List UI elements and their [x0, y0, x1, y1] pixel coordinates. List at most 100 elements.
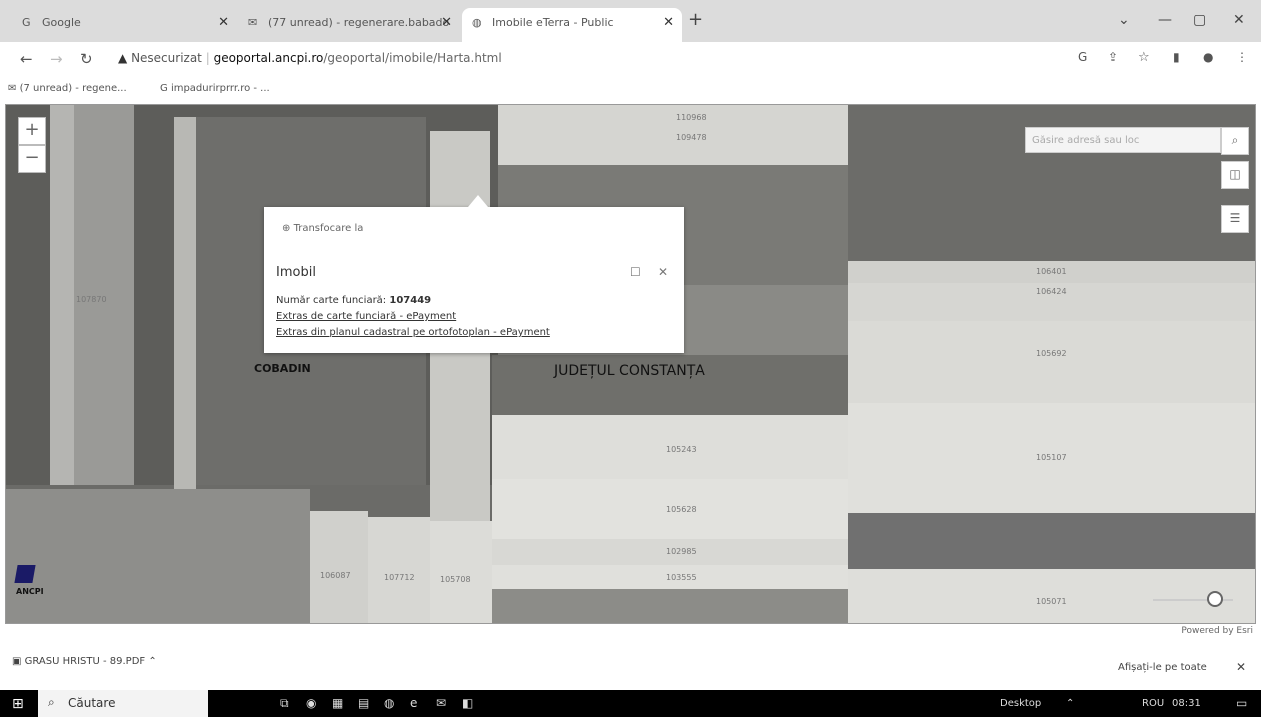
download-bar: ▣ GRASU HRISTU - 89.PDF ⌃ Afișați-le pe …	[0, 642, 1261, 682]
desktop-toolbar[interactable]: Desktop	[1000, 698, 1041, 709]
chrome-icon[interactable]: ◍	[384, 696, 394, 710]
download-item[interactable]: ▣ GRASU HRISTU - 89.PDF ⌃	[12, 656, 157, 667]
start-button[interactable]: ⊞	[0, 690, 38, 717]
download-filename: GRASU HRISTU - 89.PDF	[24, 656, 146, 667]
star-icon[interactable]: ☆	[1138, 50, 1150, 65]
url-field[interactable]: ▲ Nesecurizat | geoportal.ancpi.ro/geopo…	[118, 51, 502, 65]
bookmark-label: (7 unread) - regene...	[19, 83, 127, 94]
taskbar-search-label: Căutare	[68, 696, 116, 710]
parcel-label: 106087	[320, 571, 351, 580]
close-icon[interactable]: ✕	[663, 8, 674, 38]
parcel-area[interactable]	[492, 589, 848, 623]
notification-icon[interactable]: ▭	[1236, 696, 1247, 710]
store-icon[interactable]: ▤	[358, 696, 369, 710]
popup-title: Imobil	[276, 265, 316, 280]
logo-text: ANCPI	[16, 587, 44, 596]
profile-icon[interactable]: ●	[1203, 50, 1213, 64]
sidepanel-icon[interactable]: ▮	[1173, 50, 1180, 64]
close-icon[interactable]: ✕	[218, 8, 229, 38]
parcel-label: 109478	[676, 133, 707, 142]
logo-mark	[14, 565, 36, 583]
parcel-area[interactable]	[848, 513, 1255, 569]
parcel-label: 105628	[666, 505, 697, 514]
warning-icon: ▲	[118, 51, 128, 65]
menu-icon[interactable]: ⋮	[1236, 50, 1248, 64]
tab-eterra[interactable]: ◍ Imobile eTerra - Public ✕	[462, 8, 682, 42]
chevron-up-icon[interactable]: ⌃	[148, 656, 156, 667]
zoom-out-button[interactable]: −	[18, 145, 46, 173]
layers-icon[interactable]: ◫	[1221, 161, 1249, 189]
maximize-button[interactable]: ▢	[1193, 12, 1206, 28]
show-all-button[interactable]: Afișați-le pe toate	[1118, 662, 1207, 673]
parcel-label: 105243	[666, 445, 697, 454]
chevron-down-icon[interactable]: ⌄	[1118, 12, 1130, 28]
taskbar-search[interactable]: ⌕ Căutare	[38, 690, 208, 717]
new-tab-button[interactable]: +	[688, 9, 703, 30]
parcel[interactable]	[368, 517, 430, 623]
google-icon[interactable]: G	[1078, 50, 1087, 64]
mail-icon: ✉	[8, 83, 17, 94]
parcel-label: 106401	[1036, 267, 1067, 276]
bookmark-impadurire[interactable]: G impadurirprrr.ro - ...	[160, 83, 270, 94]
edge-icon[interactable]: ◉	[306, 696, 316, 710]
task-view-icon[interactable]: ⧉	[280, 696, 289, 711]
tab-label: (77 unread) - regenerare.babado	[268, 16, 450, 29]
ie-icon[interactable]: e	[410, 696, 417, 710]
search-icon[interactable]: ⌕	[1221, 127, 1249, 155]
parcel-label: 103555	[666, 573, 697, 582]
cadastral-plan-link-row: Extras din planul cadastral pe ortofotop…	[276, 327, 550, 338]
url-path: /geoportal/imobile/Harta.html	[323, 51, 502, 65]
clock[interactable]: 08:31	[1172, 698, 1201, 709]
zoom-icon: ⊕	[282, 223, 291, 234]
cf-row: Număr carte funciară: 107449	[276, 295, 431, 306]
parcel-popup: ⊕ Transfocare la Imobil ☐ ✕ Număr carte …	[264, 195, 684, 353]
parcel[interactable]	[310, 511, 368, 623]
parcel-strip[interactable]	[50, 105, 74, 485]
close-icon[interactable]: ✕	[658, 265, 668, 279]
region-label-cobadin: COBADIN	[254, 362, 311, 375]
parcel-strip[interactable]	[174, 117, 196, 497]
parcel[interactable]	[848, 321, 1255, 403]
cf-extract-link[interactable]: Extras de carte funciară - ePayment	[276, 311, 456, 322]
parcel-label: 102985	[666, 547, 697, 556]
parcel[interactable]	[498, 105, 848, 165]
window-close-button[interactable]: ✕	[1233, 12, 1245, 28]
zoom-in-button[interactable]: +	[18, 117, 46, 145]
tab-label: Imobile eTerra - Public	[492, 16, 614, 29]
bookmarks-bar: ✉ (7 unread) - regene... G impadurirprrr…	[0, 78, 1261, 102]
powered-by: Powered by Esri	[1181, 626, 1253, 636]
parcel-label: 107712	[384, 573, 415, 582]
parcel-label: 106424	[1036, 287, 1067, 296]
tab-bar: G Google ✕ ✉ (77 unread) - regenerare.ba…	[0, 0, 1261, 42]
share-icon[interactable]: ⇪	[1108, 50, 1118, 64]
zoom-to-link[interactable]: ⊕ Transfocare la	[282, 223, 363, 234]
parcel-label: 105708	[440, 575, 471, 584]
reload-icon[interactable]: ↻	[80, 50, 93, 68]
mail-icon: ✉	[248, 16, 258, 29]
cf-extract-link-row: Extras de carte funciară - ePayment	[276, 311, 456, 322]
explorer-icon[interactable]: ▦	[332, 696, 343, 710]
map-view[interactable]: 107870 110968 109478 106401 106424 10569…	[5, 104, 1256, 624]
security-label: Nesecurizat	[131, 51, 202, 65]
close-icon[interactable]: ✕	[441, 8, 452, 38]
tab-google[interactable]: G Google ✕	[12, 8, 237, 42]
dock-icon[interactable]: ☐	[630, 265, 641, 279]
search-icon: ⌕	[48, 695, 55, 709]
app-icon[interactable]: ◧	[462, 696, 473, 710]
mail-icon[interactable]: ✉	[436, 696, 446, 710]
zoom-slider-knob[interactable]	[1207, 591, 1223, 607]
language-indicator[interactable]: ROU	[1142, 698, 1164, 709]
minimize-button[interactable]: —	[1158, 12, 1172, 28]
back-icon[interactable]: ←	[20, 50, 33, 68]
cadastral-plan-link[interactable]: Extras din planul cadastral pe ortofotop…	[276, 327, 550, 338]
tab-mail[interactable]: ✉ (77 unread) - regenerare.babado ✕	[238, 8, 460, 42]
legend-icon[interactable]: ☰	[1221, 205, 1249, 233]
close-icon[interactable]: ✕	[1236, 660, 1246, 674]
bookmark-mail[interactable]: ✉ (7 unread) - regene...	[8, 83, 127, 94]
parcel[interactable]	[430, 521, 492, 623]
map-search-input[interactable]: Găsire adresă sau loc	[1025, 127, 1221, 153]
tray-chevron-icon[interactable]: ⌃	[1066, 698, 1074, 709]
forward-icon[interactable]: →	[50, 50, 63, 68]
cf-label: Număr carte funciară:	[276, 295, 387, 306]
globe-icon: ◍	[472, 16, 482, 29]
